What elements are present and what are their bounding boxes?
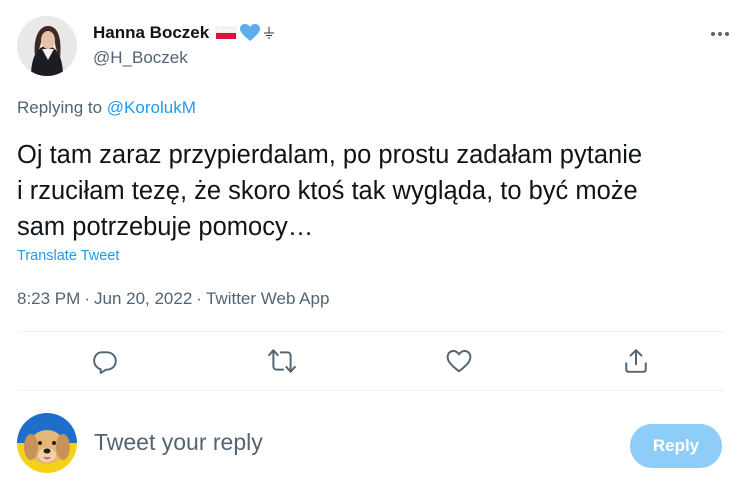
- tweet-actions-bar: [17, 332, 725, 390]
- like-button[interactable]: [445, 347, 473, 375]
- meta-separator: ·: [84, 289, 90, 308]
- dog-photo-icon: [17, 413, 77, 473]
- tweet-header: Hanna Boczek @H_Boczek: [17, 16, 735, 76]
- current-user-avatar[interactable]: [17, 413, 77, 473]
- reply-button[interactable]: [91, 347, 119, 375]
- author-badges: [215, 23, 275, 43]
- tweet-source-app[interactable]: Twitter Web App: [206, 289, 329, 309]
- reply-input[interactable]: [94, 429, 594, 456]
- share-icon: [625, 349, 647, 373]
- tweet-detail: Hanna Boczek @H_Boczek Replying to @Koro…: [0, 0, 752, 490]
- reply-icon: [93, 351, 117, 374]
- translate-tweet-link[interactable]: Translate Tweet: [17, 248, 119, 264]
- more-dots-icon: [711, 32, 729, 36]
- tweet-date[interactable]: Jun 20, 2022: [94, 289, 192, 309]
- author-photo-icon: [17, 16, 77, 76]
- earth-ground-symbol-icon: [264, 27, 275, 39]
- author-info: Hanna Boczek @H_Boczek: [93, 22, 275, 68]
- like-icon: [446, 350, 472, 373]
- tweet-text: Oj tam zaraz przypierdalam, po prostu za…: [17, 141, 643, 241]
- author-display-name[interactable]: Hanna Boczek: [93, 23, 209, 43]
- replying-to: Replying to @KorolukM: [17, 98, 196, 118]
- tweet-time[interactable]: 8:23 PM: [17, 289, 80, 309]
- author-avatar[interactable]: [17, 16, 77, 76]
- replying-to-prefix: Replying to: [17, 98, 103, 117]
- retweet-icon: [268, 349, 296, 373]
- meta-separator: ·: [196, 289, 202, 308]
- share-button[interactable]: [622, 347, 650, 375]
- reply-composer: Reply: [17, 413, 725, 475]
- retweet-button[interactable]: [268, 347, 296, 375]
- divider: [17, 390, 725, 391]
- blue-heart-icon: [240, 24, 261, 41]
- author-handle[interactable]: @H_Boczek: [93, 48, 275, 68]
- reply-submit-button[interactable]: Reply: [630, 424, 722, 468]
- poland-flag-icon: [215, 26, 237, 39]
- tweet-metadata: 8:23 PM · Jun 20, 2022 · Twitter Web App: [17, 289, 329, 309]
- replying-to-handle-link[interactable]: @KorolukM: [107, 98, 196, 117]
- more-options-button[interactable]: [705, 24, 735, 44]
- author-name-row: Hanna Boczek: [93, 22, 275, 44]
